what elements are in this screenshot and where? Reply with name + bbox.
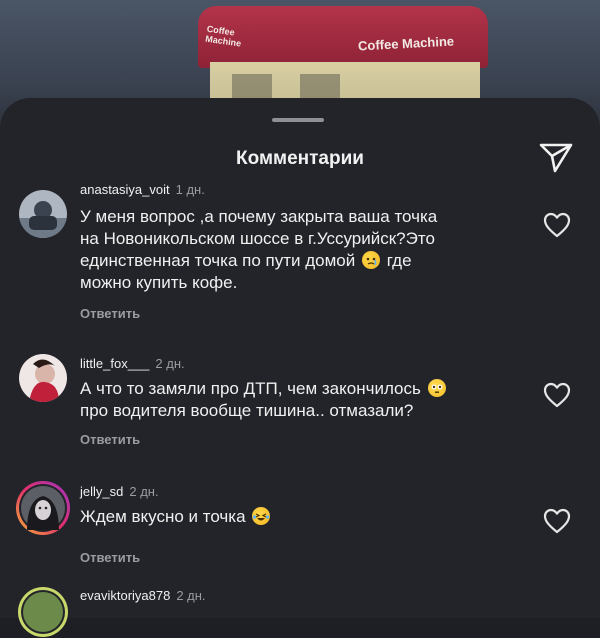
comment-text: А что то замяли про ДТП, чем закончилось…: [80, 378, 510, 422]
avatar[interactable]: [17, 586, 69, 638]
avatar[interactable]: [19, 354, 67, 402]
comment-username[interactable]: little_fox___: [80, 356, 149, 371]
comment-username-line: anastasiya_voit 1 дн.: [80, 182, 205, 197]
comment-username-line: evaviktoriya878 2 дн.: [80, 588, 206, 603]
comment-text: Ждем вкусно и точка: [80, 506, 510, 528]
comment-text-fragment: единственная точка по пути домой: [80, 251, 356, 270]
heart-icon[interactable]: [543, 382, 571, 408]
comments-sheet: Комментарии anastasiya_voit 1 дн. У меня …: [0, 98, 600, 637]
sheet-grabber-handle[interactable]: [272, 118, 324, 122]
comment-text-line: единственная точка по пути домой где: [80, 250, 510, 272]
avatar[interactable]: [19, 190, 67, 238]
reply-button[interactable]: Ответить: [80, 432, 140, 447]
avatar[interactable]: [15, 480, 71, 536]
comment-text-line: А что то замяли про ДТП, чем закончилось: [80, 378, 510, 400]
comment-text-fragment: А что то замяли про ДТП, чем закончилось: [80, 379, 421, 398]
reply-button[interactable]: Ответить: [80, 550, 140, 565]
crying-face-icon: [362, 251, 380, 269]
heart-icon[interactable]: [543, 508, 571, 534]
comment-time: 2 дн.: [129, 484, 159, 499]
heart-icon[interactable]: [543, 212, 571, 238]
comment-time: 2 дн.: [155, 356, 185, 371]
comment-text-line: У меня вопрос ,а почему закрыта ваша точ…: [80, 207, 438, 226]
comment-time: 1 дн.: [175, 182, 205, 197]
comment-username[interactable]: evaviktoriya878: [80, 588, 170, 603]
comment-username-line: jelly_sd 2 дн.: [80, 484, 159, 499]
reply-button[interactable]: Ответить: [80, 306, 140, 321]
comment-text: У меня вопрос ,а почему закрыта ваша точ…: [80, 206, 510, 294]
comment-time: 2 дн.: [176, 588, 206, 603]
send-icon[interactable]: [538, 138, 574, 174]
comment-username[interactable]: anastasiya_voit: [80, 182, 170, 197]
comment-text-line: про водителя вообще тишина.. отмазали?: [80, 401, 414, 420]
flushed-face-icon: [427, 379, 446, 397]
laughing-tears-icon: [252, 507, 271, 525]
comment-text-fragment: где: [386, 251, 412, 270]
comment-text-line: можно купить кофе.: [80, 273, 238, 292]
comment-username[interactable]: jelly_sd: [80, 484, 123, 499]
comment-username-line: little_fox___ 2 дн.: [80, 356, 185, 371]
sheet-title: Комментарии: [236, 148, 364, 169]
comment-text-fragment: Ждем вкусно и точка: [80, 507, 246, 526]
comment-text-line: на Новоникольском шоссе в г.Уссурийск?Эт…: [80, 229, 435, 248]
